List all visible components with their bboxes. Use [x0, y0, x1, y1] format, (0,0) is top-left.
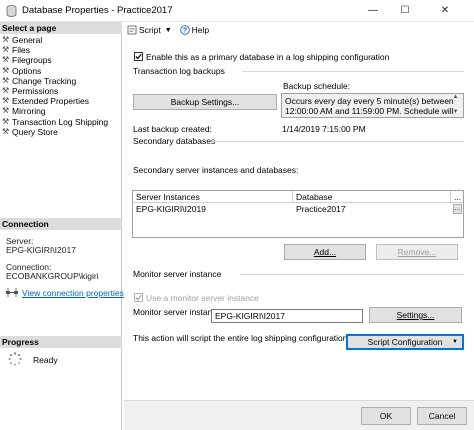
last-backup-created-value: 1/14/2019 7:15:00 PM	[282, 124, 366, 134]
monitor-server-value: EPG-KIGIRI\I2017	[215, 311, 285, 321]
connection-header: Connection	[0, 218, 122, 230]
checkmark-icon	[135, 53, 142, 60]
backup-schedule-textbox: Occurs every day every 5 minute(s) betwe…	[281, 93, 464, 118]
section-divider	[242, 71, 464, 72]
script-button[interactable]: Script ▼	[127, 25, 172, 35]
script-icon	[127, 25, 137, 35]
page-item-query-store[interactable]: ⚒ Query Store	[2, 127, 120, 137]
wrench-icon: ⚒	[2, 126, 10, 136]
connection-properties-icon	[6, 288, 18, 297]
add-button[interactable]: Add...	[284, 244, 366, 260]
page-item-files[interactable]: ⚒ Files	[2, 45, 120, 55]
scroll-up-icon[interactable]: ▲	[451, 94, 460, 100]
progress-header: Progress	[0, 336, 122, 348]
svg-text:?: ?	[183, 28, 187, 35]
wrench-icon: ⚒	[2, 75, 10, 85]
script-label: Script	[139, 25, 161, 35]
enable-primary-checkbox[interactable]	[134, 52, 143, 61]
wrench-icon: ⚒	[2, 116, 10, 126]
use-monitor-label: Use a monitor server instance	[146, 293, 259, 303]
database-icon	[6, 5, 17, 17]
column-header-database[interactable]: Database	[293, 191, 451, 203]
wrench-icon: ⚒	[2, 45, 10, 55]
left-pane: Select a page ⚒ General ⚒ Files ⚒ Filegroup…	[0, 22, 124, 430]
page-item-extended-properties[interactable]: ⚒ Extended Properties	[2, 96, 120, 106]
secondary-instances-label: Secondary server instances and databases…	[133, 165, 299, 175]
select-page-header: Select a page	[0, 22, 122, 34]
chevron-down-icon: ▼	[164, 26, 172, 34]
connection-value: ECOBANKGROUP\kigiri	[6, 271, 99, 281]
progress-spinner-icon	[8, 352, 22, 366]
wrench-icon: ⚒	[2, 35, 10, 44]
backup-schedule-label: Backup schedule:	[283, 81, 351, 91]
wrench-icon: ⚒	[2, 106, 10, 116]
column-header-ellipsis[interactable]: ...	[451, 191, 463, 203]
help-button[interactable]: ? Help	[179, 25, 210, 35]
checkmark-icon	[135, 294, 142, 301]
monitor-server-instance-label: Monitor server instance	[133, 307, 222, 317]
monitor-server-instance-heading: Monitor server instance	[133, 269, 222, 279]
transaction-log-backups-heading: Transaction log backups	[133, 66, 225, 76]
page-item-transaction-log-shipping[interactable]: ⚒ Transaction Log Shipping	[2, 117, 120, 127]
section-divider	[240, 274, 464, 275]
close-button[interactable]: ✕	[430, 0, 460, 22]
window-title: Database Properties - Practice2017	[22, 5, 173, 16]
page-list: ⚒ General ⚒ Files ⚒ Filegroups ⚒ Options ⚒ Ch…	[2, 35, 120, 137]
page-item-change-tracking[interactable]: ⚒ Change Tracking	[2, 76, 120, 86]
page-item-options[interactable]: ⚒ Options	[2, 66, 120, 76]
ok-button[interactable]: OK	[361, 407, 411, 425]
footer: OK Cancel	[124, 400, 474, 430]
monitor-settings-button[interactable]: Settings...	[369, 307, 462, 323]
help-label: Help	[191, 25, 210, 35]
wrench-icon: ⚒	[2, 65, 10, 75]
cancel-button[interactable]: Cancel	[417, 407, 467, 425]
progress-status: Ready	[33, 355, 58, 365]
backup-schedule-text: Occurs every day every 5 minute(s) betwe…	[285, 96, 454, 117]
chevron-down-icon: ▼	[452, 339, 458, 345]
script-configuration-button[interactable]: Script Configuration ▼	[346, 334, 464, 350]
remove-button[interactable]: Remove...	[376, 244, 458, 260]
backup-settings-button[interactable]: Backup Settings...	[133, 94, 277, 110]
monitor-server-input[interactable]: EPG-KIGIRI\I2017	[211, 309, 363, 323]
section-divider	[212, 141, 464, 142]
enable-primary-label: Enable this as a primary database in a l…	[146, 52, 390, 62]
script-note: This action will script the entire log s…	[133, 333, 350, 343]
page-item-filegroups[interactable]: ⚒ Filegroups	[2, 55, 120, 65]
row-ellipsis-button[interactable]: …	[453, 204, 462, 214]
main-panel: Enable this as a primary database in a l…	[124, 38, 474, 400]
use-monitor-checkbox[interactable]	[134, 293, 143, 302]
last-backup-created-label: Last backup created:	[133, 124, 212, 134]
secondary-databases-heading: Secondary databases	[133, 136, 216, 146]
wrench-icon: ⚒	[2, 55, 10, 65]
page-item-mirroring[interactable]: ⚒ Mirroring	[2, 106, 120, 116]
toolbar: Script ▼ ? Help	[124, 22, 474, 38]
grid-cell-database[interactable]: Practice2017	[293, 203, 451, 215]
grid-cell-server[interactable]: EPG-KIGIRI\I2019	[133, 203, 293, 215]
wrench-icon: ⚒	[2, 96, 10, 106]
column-header-server-instances[interactable]: Server Instances	[133, 191, 293, 203]
secondary-instances-grid[interactable]: Server Instances Database ... EPG-KIGIRI…	[132, 190, 464, 238]
title-bar: Database Properties - Practice2017 — ☐ ✕	[0, 0, 474, 22]
scroll-down-icon[interactable]: ▼	[451, 109, 460, 115]
page-item-permissions[interactable]: ⚒ Permissions	[2, 86, 120, 96]
help-icon: ?	[179, 25, 190, 35]
page-item-general[interactable]: ⚒ General	[2, 35, 120, 45]
view-connection-properties-link[interactable]: View connection properties	[22, 288, 124, 298]
minimize-button[interactable]: —	[358, 0, 388, 22]
maximize-button[interactable]: ☐	[390, 0, 420, 22]
server-value: EPG-KIGIRI\I2017	[6, 245, 76, 255]
wrench-icon: ⚒	[2, 85, 10, 95]
